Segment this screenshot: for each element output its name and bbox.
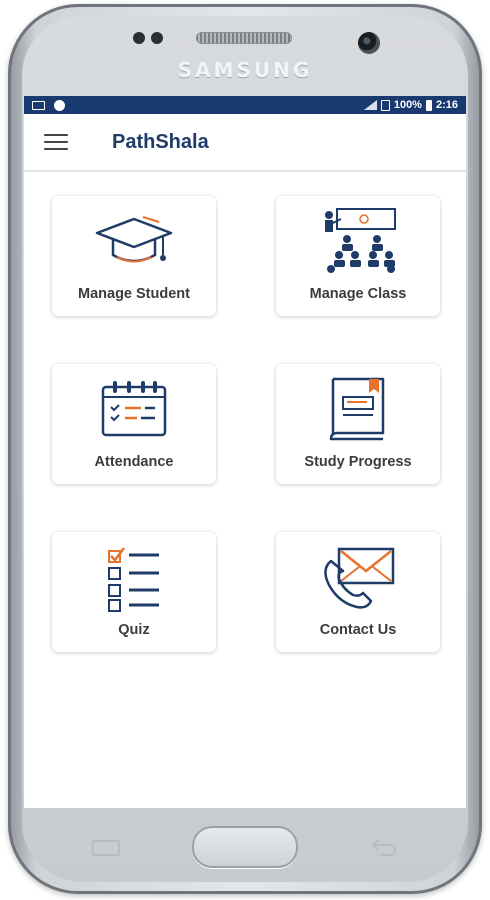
device-brand: SAMSUNG: [177, 58, 313, 82]
back-arrow-icon[interactable]: [368, 836, 398, 858]
quiz-label: Quiz: [118, 622, 150, 638]
attendance-card[interactable]: Attendance: [52, 364, 216, 484]
home-button[interactable]: [192, 826, 298, 868]
app-title: PathShala: [112, 130, 209, 153]
study-progress-card[interactable]: Study Progress: [276, 364, 440, 484]
sim-icon: [380, 99, 390, 111]
sync-notification-icon: [54, 99, 65, 111]
manage-class-card[interactable]: Manage Class: [276, 196, 440, 316]
manage-class-label: Manage Class: [309, 286, 407, 302]
calendar-icon: [93, 374, 175, 446]
manage-student-label: Manage Student: [78, 286, 190, 302]
battery-percent: 100%: [393, 99, 422, 111]
gallery-notification-icon: [32, 100, 45, 110]
sensor-dots: [133, 32, 163, 44]
recent-apps-key[interactable]: [92, 840, 120, 856]
hamburger-menu-icon[interactable]: [44, 134, 68, 150]
manage-student-card[interactable]: Manage Student: [52, 196, 216, 316]
checklist-icon: [93, 542, 175, 614]
battery-icon: [425, 99, 432, 111]
dashboard-grid: Manage Student Manage Class Attendance S…: [52, 196, 440, 652]
wifi-signal-icon: [363, 100, 377, 110]
book-icon: [317, 374, 399, 446]
contact-us-label: Contact Us: [319, 622, 397, 638]
study-progress-label: Study Progress: [304, 454, 412, 470]
quiz-card[interactable]: Quiz: [52, 532, 216, 652]
graduation-cap-icon: [93, 206, 175, 278]
front-camera: [358, 32, 380, 54]
contact-us-card[interactable]: Contact Us: [276, 532, 440, 652]
phone-mail-icon: [317, 542, 399, 614]
classroom-icon: [317, 206, 399, 278]
clock: 2:16: [435, 99, 458, 111]
attendance-label: Attendance: [94, 454, 174, 470]
status-bar: 100% 2:16: [24, 96, 466, 114]
app-bar: PathShala: [24, 114, 466, 172]
app-screen: 100% 2:16 PathShala Manage Student Manag…: [24, 96, 466, 808]
earpiece-speaker: [196, 32, 292, 44]
